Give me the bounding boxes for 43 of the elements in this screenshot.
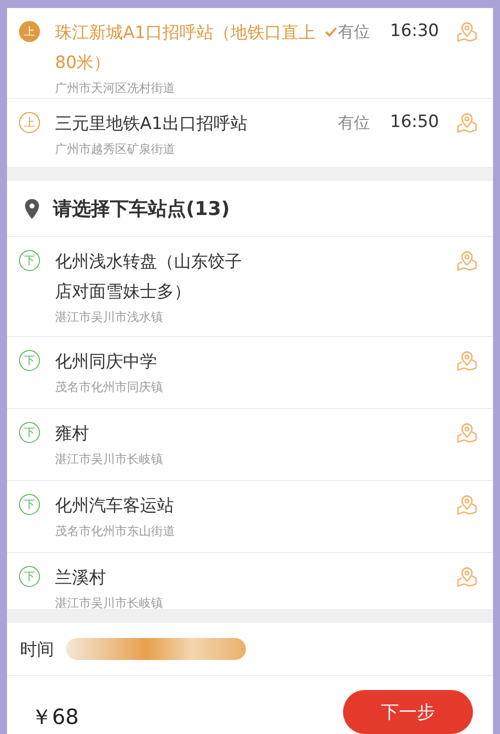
- time-label: 时间: [20, 638, 54, 660]
- seat-availability: 有位: [338, 113, 371, 134]
- stop-address: 湛江市吴川市浅水镇: [55, 309, 164, 326]
- stop-name: 化州同庆中学: [55, 351, 158, 374]
- dropoff-badge: 下: [19, 494, 40, 515]
- map-pin-icon[interactable]: [455, 20, 479, 44]
- stop-name: 化州汽车客运站: [55, 495, 175, 518]
- stop-name: 雍村: [55, 423, 90, 446]
- stop-address: 广州市天河区冼村街道: [55, 80, 176, 97]
- section-title: 请选择下车站点(13): [53, 196, 230, 222]
- stop-address: 湛江市吴川市长岐镇: [55, 595, 164, 609]
- dropoff-stop-row[interactable]: 下 化州同庆中学 茂名市化州市同庆镇: [7, 337, 493, 409]
- stop-address: 茂名市化州市东山街道: [55, 523, 176, 540]
- map-pin-icon[interactable]: [455, 349, 479, 373]
- dropoff-badge: 下: [19, 350, 40, 371]
- map-pin-icon[interactable]: [455, 421, 479, 445]
- dropoff-badge: 下: [19, 250, 40, 271]
- stop-address: 湛江市吴川市长岐镇: [55, 451, 164, 468]
- pickup-badge: 上: [19, 112, 40, 133]
- seat-availability: 有位: [338, 22, 371, 43]
- pickup-badge: 上: [19, 21, 40, 42]
- departure-time: 16:50: [390, 112, 439, 132]
- dropoff-badge: 下: [19, 566, 40, 587]
- dropoff-badge: 下: [19, 422, 40, 443]
- stop-name: 珠江新城A1口招呼站（地铁口直上80米）: [55, 22, 316, 75]
- map-pin-icon[interactable]: [455, 565, 479, 589]
- departure-time: 16:30: [390, 21, 439, 41]
- dropoff-stop-row[interactable]: 下 化州汽车客运站 茂名市化州市东山街道: [7, 481, 493, 553]
- map-pin-icon[interactable]: [455, 493, 479, 517]
- pickup-stop-row[interactable]: 上 珠江新城A1口招呼站（地铁口直上80米） 广州市天河区冼村街道 有位 16:30: [7, 8, 493, 99]
- dropoff-stop-row[interactable]: 下 化州浅水转盘（山东饺子店对面雪妹士多） 湛江市吴川市浅水镇: [7, 237, 493, 337]
- price: ￥68: [31, 704, 79, 731]
- stop-name: 三元里地铁A1出口招呼站: [55, 113, 248, 136]
- stop-name: 兰溪村: [55, 567, 107, 590]
- next-step-button[interactable]: 下一步: [343, 690, 473, 734]
- check-icon: [324, 26, 338, 38]
- stop-name: 化州浅水转盘（山东饺子店对面雪妹士多）: [55, 251, 243, 304]
- dropoff-stop-row[interactable]: 下 雍村 湛江市吴川市长岐镇: [7, 409, 493, 481]
- stop-address: 广州市越秀区矿泉街道: [55, 141, 176, 158]
- location-pin-icon: [25, 198, 39, 218]
- map-pin-icon[interactable]: [455, 111, 479, 135]
- stop-address: 茂名市化州市同庆镇: [55, 379, 164, 396]
- map-pin-icon[interactable]: [455, 249, 479, 273]
